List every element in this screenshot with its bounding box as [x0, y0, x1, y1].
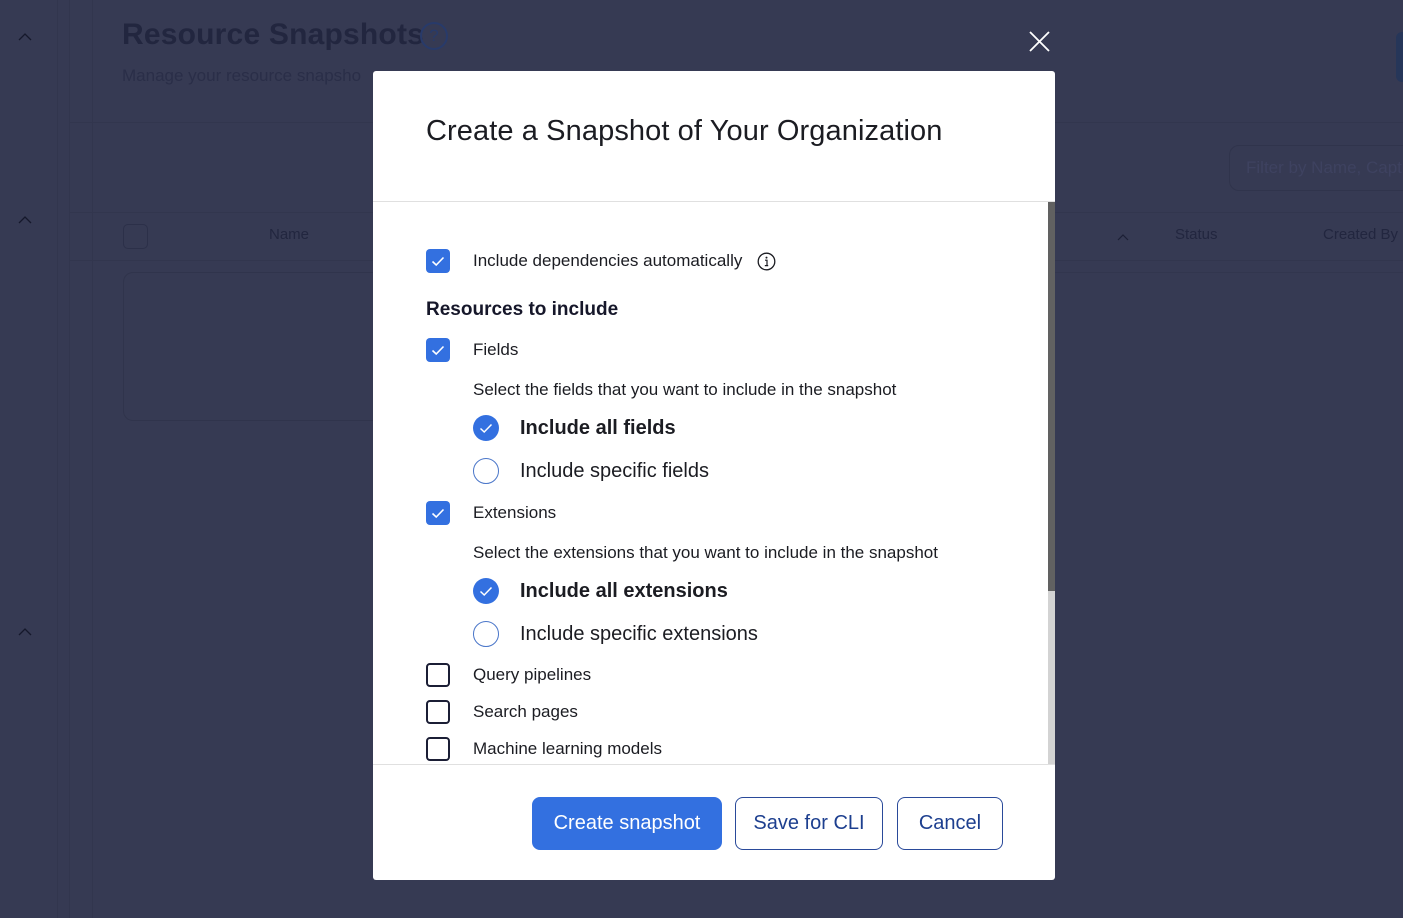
extensions-hint: Select the extensions that you want to i… [473, 543, 938, 562]
column-header-created-by[interactable]: Created By [1323, 226, 1398, 243]
fields-label: Fields [473, 340, 519, 359]
include-specific-fields-label: Include specific fields [520, 459, 709, 482]
resource-ml-models-row[interactable]: Machine learning models [426, 737, 662, 761]
resources-heading: Resources to include [426, 299, 619, 320]
page-title: Resource Snapshots [122, 18, 425, 51]
fields-hint: Select the fields that you want to inclu… [473, 380, 897, 399]
modal-scrollbar[interactable] [1048, 202, 1055, 764]
search-pages-checkbox[interactable] [426, 700, 450, 724]
filter-input[interactable]: Filter by Name, Capt [1229, 145, 1403, 191]
include-all-extensions-option[interactable]: Include all extensions [473, 578, 728, 604]
chevron-up-icon[interactable] [18, 215, 32, 225]
include-all-extensions-label: Include all extensions [520, 579, 728, 602]
question-circle-icon[interactable]: ? [420, 22, 448, 50]
include-specific-fields-option[interactable]: Include specific fields [473, 458, 709, 484]
query-pipelines-checkbox[interactable] [426, 663, 450, 687]
include-specific-extensions-label: Include specific extensions [520, 622, 758, 645]
sidebar-divider [69, 0, 70, 918]
resource-query-pipelines-row[interactable]: Query pipelines [426, 663, 591, 687]
search-pages-label: Search pages [473, 702, 578, 721]
info-circle-icon[interactable] [757, 252, 776, 271]
include-all-extensions-radio[interactable] [473, 578, 499, 604]
include-dependencies-label: Include dependencies automatically [473, 251, 743, 270]
ml-models-checkbox[interactable] [426, 737, 450, 761]
resource-search-pages-row[interactable]: Search pages [426, 700, 578, 724]
sort-chevron-up-icon[interactable] [1116, 229, 1130, 241]
select-all-checkbox[interactable] [123, 224, 148, 249]
include-all-fields-radio[interactable] [473, 415, 499, 441]
modal-footer: Create snapshot Save for CLI Cancel [373, 764, 1055, 880]
save-for-cli-button[interactable]: Save for CLI [735, 797, 883, 850]
extensions-label: Extensions [473, 503, 557, 522]
fields-checkbox[interactable] [426, 338, 450, 362]
modal-body: Include dependencies automatically Resou… [373, 202, 1055, 764]
include-dependencies-row[interactable]: Include dependencies automatically [426, 249, 776, 273]
close-icon[interactable] [1027, 29, 1052, 54]
modal-title: Create a Snapshot of Your Organization [426, 115, 943, 147]
chevron-up-icon[interactable] [18, 32, 32, 42]
column-header-status[interactable]: Status [1175, 226, 1218, 243]
include-all-fields-label: Include all fields [520, 416, 676, 439]
include-specific-fields-radio[interactable] [473, 458, 499, 484]
extensions-checkbox[interactable] [426, 501, 450, 525]
include-specific-extensions-radio[interactable] [473, 621, 499, 647]
add-snapshot-button[interactable] [1396, 32, 1403, 82]
create-snapshot-button[interactable]: Create snapshot [532, 797, 722, 850]
ml-models-label: Machine learning models [473, 739, 662, 758]
sidebar-divider [57, 0, 58, 918]
content-divider [92, 0, 93, 918]
include-dependencies-checkbox[interactable] [426, 249, 450, 273]
create-snapshot-modal: Create a Snapshot of Your Organization I… [373, 71, 1055, 880]
modal-header: Create a Snapshot of Your Organization [373, 71, 1055, 202]
modal-scrollbar-thumb[interactable] [1048, 202, 1055, 591]
cancel-button[interactable]: Cancel [897, 797, 1003, 850]
column-header-name[interactable]: Name [269, 226, 309, 243]
resource-fields-row[interactable]: Fields [426, 338, 518, 362]
chevron-up-icon[interactable] [18, 627, 32, 637]
include-all-fields-option[interactable]: Include all fields [473, 415, 676, 441]
include-specific-extensions-option[interactable]: Include specific extensions [473, 621, 758, 647]
table-row-divider [1055, 272, 1403, 273]
page-subtitle: Manage your resource snapsho [122, 66, 362, 85]
resource-extensions-row[interactable]: Extensions [426, 501, 556, 525]
query-pipelines-label: Query pipelines [473, 665, 592, 684]
